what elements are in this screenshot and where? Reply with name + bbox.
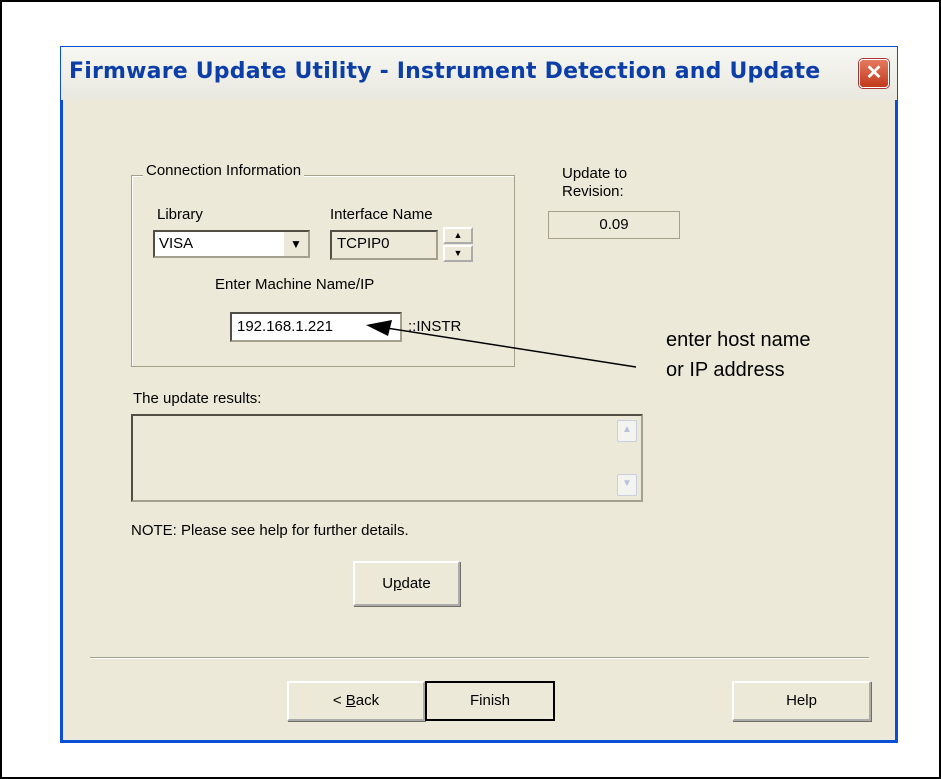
annotation-arrow [366,320,637,368]
